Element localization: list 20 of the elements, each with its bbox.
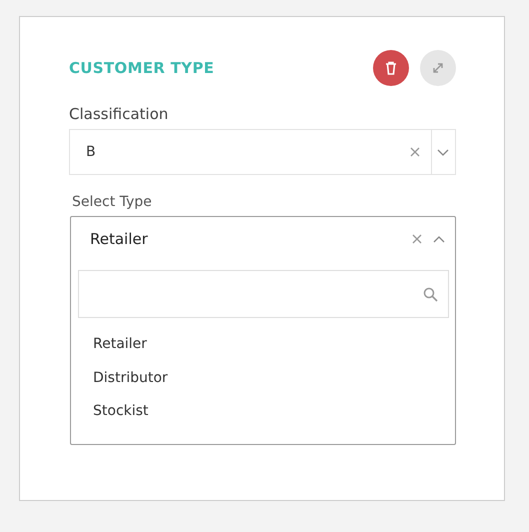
delete-button[interactable]	[373, 50, 409, 86]
dropdown-option[interactable]: Distributor	[93, 368, 455, 401]
field-label: Classification	[69, 105, 170, 123]
search-icon[interactable]	[423, 286, 438, 302]
select-field[interactable]: Retailer Retailer Distributor Stockist	[70, 216, 456, 445]
panel-title: CUSTOMER TYPE	[69, 59, 216, 77]
select-field[interactable]: B	[69, 129, 456, 175]
clear-icon[interactable]	[410, 147, 420, 157]
clear-icon[interactable]	[412, 234, 422, 244]
trash-icon	[385, 61, 397, 75]
dropdown-option[interactable]: Stockist	[93, 401, 455, 434]
chevron-up-icon[interactable]	[433, 234, 445, 244]
search-field[interactable]	[78, 270, 449, 318]
dropdown-option[interactable]: Retailer	[93, 334, 455, 368]
field-label: Select Type	[72, 194, 153, 210]
selected-value: Retailer	[89, 230, 149, 248]
selected-value: B	[86, 144, 97, 160]
expand-button[interactable]	[420, 50, 456, 86]
chevron-down-icon[interactable]	[437, 148, 449, 156]
expand-icon	[431, 61, 445, 75]
